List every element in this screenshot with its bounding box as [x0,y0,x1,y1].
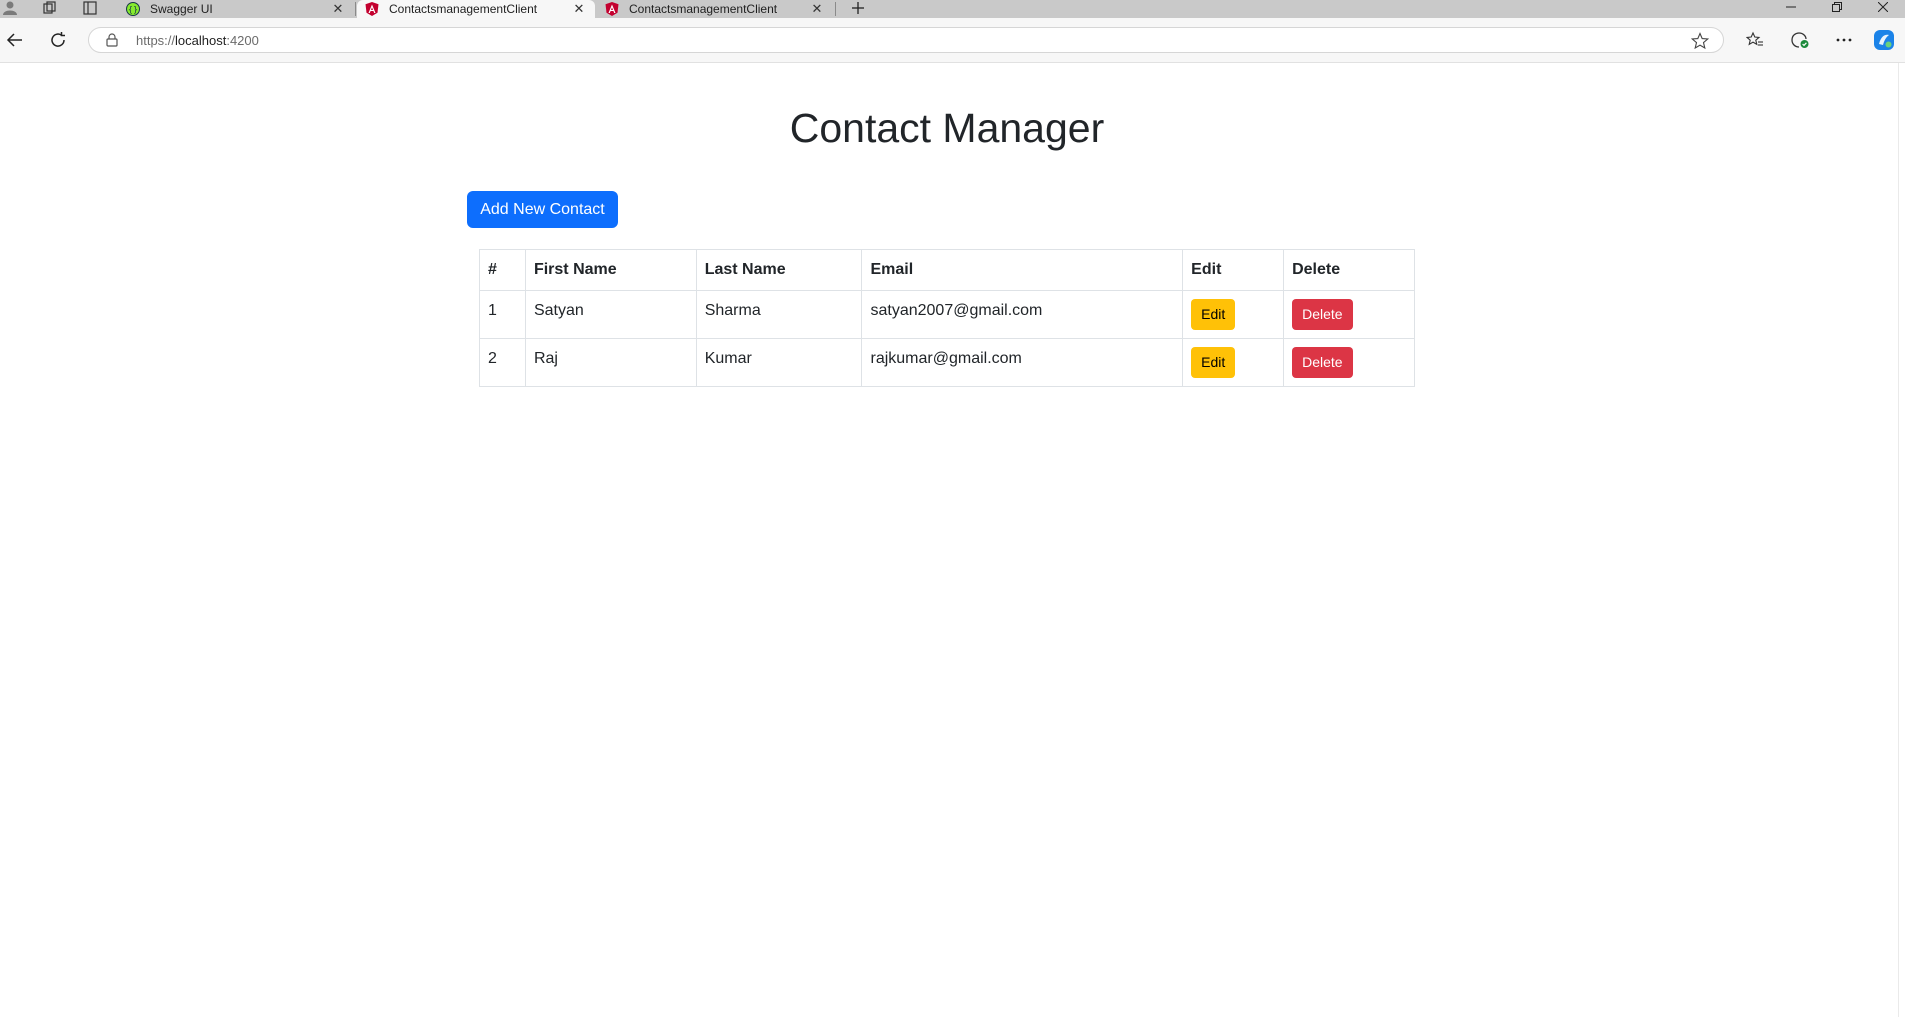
table-header-row: # First Name Last Name Email Edit Delete [479,249,1415,291]
url-host: localhost [175,33,227,48]
add-new-contact-button[interactable]: Add New Contact [467,191,618,228]
url-port: :4200 [226,33,259,48]
delete-button[interactable]: Delete [1292,299,1353,330]
url-text: https://localhost:4200 [136,33,259,48]
restore-icon[interactable] [1822,0,1852,14]
cell-first-name: Raj [524,338,697,387]
more-options-icon[interactable] [1832,28,1856,52]
cell-last-name: Sharma [695,290,863,339]
cell-email: satyan2007@gmail.com [861,290,1184,339]
angular-icon [605,2,619,16]
column-header-delete: Delete [1283,249,1415,291]
url-scheme: https:// [136,33,176,48]
tab-title: Swagger UI [150,2,213,16]
cell-number: 2 [479,338,526,387]
cell-delete: Delete [1283,338,1415,387]
browser-essentials-icon[interactable] [1788,28,1812,52]
tab-contacts-active[interactable]: ContactsmanagementClient ✕ [357,0,595,18]
swagger-icon: {} [126,2,140,16]
tab-contacts[interactable]: ContactsmanagementClient ✕ [597,0,833,18]
contacts-table: # First Name Last Name Email Edit Delete… [479,249,1415,387]
close-tab-icon[interactable]: ✕ [809,1,825,17]
table-row: 2 Raj Kumar rajkumar@gmail.com Edit Dele… [479,338,1415,387]
cell-email: rajkumar@gmail.com [861,338,1184,387]
new-tab-icon[interactable] [848,0,868,16]
cell-edit: Edit [1182,290,1285,339]
profile-icon[interactable] [0,0,20,16]
cell-first-name: Satyan [524,290,697,339]
refresh-icon[interactable] [46,28,70,52]
copilot-icon[interactable] [1872,28,1896,52]
back-arrow-icon[interactable] [3,28,27,52]
cell-last-name: Kumar [695,338,863,387]
address-bar[interactable]: https://localhost:4200 [88,27,1724,53]
tab-title: ContactsmanagementClient [389,2,538,16]
minimize-icon[interactable] [1776,0,1806,14]
cell-edit: Edit [1182,338,1285,387]
favorite-star-icon[interactable] [1690,32,1710,50]
lock-icon[interactable] [105,33,119,47]
table-row: 1 Satyan Sharma satyan2007@gmail.com Edi… [479,290,1415,339]
column-header-email: Email [861,249,1184,291]
tab-bar: {} Swagger UI ✕ ContactsmanagementClient… [0,0,1905,18]
close-window-icon[interactable] [1868,0,1898,14]
vertical-tabs-icon[interactable] [80,0,100,16]
column-header-first-name: First Name [524,249,697,291]
tab-swagger[interactable]: {} Swagger UI ✕ [118,0,354,18]
cell-number: 1 [479,290,526,339]
close-tab-icon[interactable]: ✕ [330,1,346,17]
angular-icon [365,2,379,16]
tab-title: ContactsmanagementClient [629,2,778,16]
navigation-bar: https://localhost:4200 [0,18,1905,63]
workspaces-icon[interactable] [40,0,60,16]
svg-text:{}: {} [128,5,138,14]
page-scrollbar[interactable] [1898,63,1905,1017]
cell-delete: Delete [1283,290,1415,339]
page-title: Contact Manager [789,105,1105,151]
delete-button[interactable]: Delete [1292,347,1353,378]
favorites-icon[interactable] [1743,28,1767,52]
column-header-last-name: Last Name [695,249,863,291]
close-tab-icon[interactable]: ✕ [571,1,587,17]
column-header-edit: Edit [1182,249,1285,291]
tab-divider [355,2,356,16]
edit-button[interactable]: Edit [1191,347,1236,378]
column-header-number: # [479,249,526,291]
edit-button[interactable]: Edit [1191,299,1236,330]
tab-divider [835,2,836,16]
